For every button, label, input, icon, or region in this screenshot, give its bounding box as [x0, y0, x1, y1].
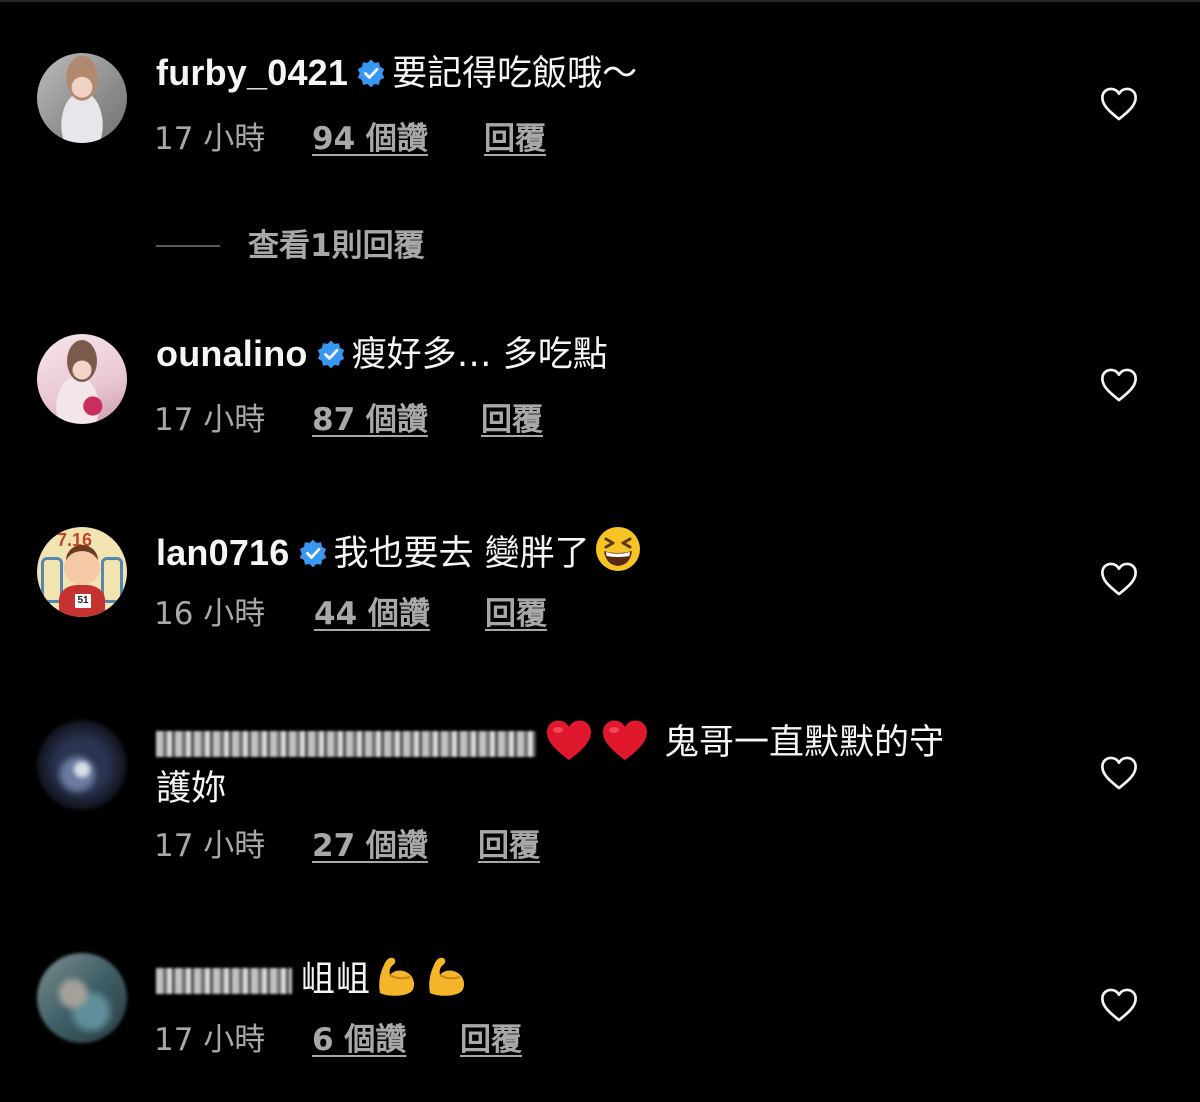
flexed-biceps-emoji — [379, 957, 415, 996]
red-heart-emoji — [603, 720, 647, 760]
top-divider — [0, 0, 1200, 2]
avatar[interactable] — [37, 334, 127, 424]
view-replies-label: 查看1則回覆 — [248, 228, 425, 264]
comment-text: 我也要去 變胖了 — [333, 534, 590, 574]
heart-outline-icon[interactable] — [1100, 987, 1138, 1023]
flexed-biceps-emoji — [429, 957, 465, 996]
avatar[interactable] — [37, 953, 127, 1043]
likes-count-link[interactable]: 94 個讚 — [312, 119, 428, 159]
comment-header: lan0716 我也要去 變胖了 — [156, 525, 1016, 577]
avatar[interactable] — [37, 720, 127, 810]
reply-button[interactable]: 回覆 — [481, 400, 543, 440]
timestamp: 17 小時 — [154, 402, 266, 438]
reply-button[interactable]: 回覆 — [485, 594, 547, 634]
avatar[interactable]: 7.16 51 — [37, 527, 127, 617]
timestamp: 17 小時 — [154, 1022, 266, 1058]
verified-badge-icon — [357, 59, 385, 88]
likes-count-link[interactable]: 6 個讚 — [312, 1020, 406, 1060]
comment-header: ounalino 瘦好多… 多吃點 — [156, 331, 1016, 378]
heart-outline-icon[interactable] — [1100, 755, 1138, 791]
heart-outline-icon[interactable] — [1100, 561, 1138, 597]
timestamp: 17 小時 — [154, 828, 266, 864]
verified-badge-icon — [299, 539, 326, 568]
comment-header: 鬼哥一直默默的守護妳 — [156, 718, 1016, 812]
red-heart-emoji — [547, 720, 591, 760]
replies-divider — [156, 245, 220, 247]
comment-header: 岨岨 — [156, 953, 1016, 1003]
reply-button[interactable]: 回覆 — [484, 119, 546, 159]
likes-count-link[interactable]: 27 個讚 — [312, 826, 428, 866]
username-blurred[interactable] — [156, 968, 292, 994]
timestamp: 17 小時 — [154, 121, 266, 157]
likes-count-link[interactable]: 87 個讚 — [312, 400, 428, 440]
avatar-badge: 51 — [75, 594, 91, 608]
username-blurred[interactable] — [156, 731, 536, 757]
likes-count-link[interactable]: 44 個讚 — [314, 594, 430, 634]
heart-outline-icon[interactable] — [1100, 367, 1138, 403]
username[interactable]: ounalino — [156, 333, 308, 374]
comment-text: 岨岨 — [300, 960, 371, 1000]
avatar-face — [64, 551, 100, 585]
heart-outline-icon[interactable] — [1100, 86, 1138, 122]
comment-text-continued: 護妳 — [156, 769, 227, 809]
timestamp: 16 小時 — [154, 596, 266, 632]
verified-badge-icon — [317, 340, 344, 369]
reply-button[interactable]: 回覆 — [460, 1020, 522, 1060]
username[interactable]: lan0716 — [156, 532, 290, 573]
comment-header: furby_0421 要記得吃飯哦～ — [156, 50, 1016, 97]
comment-text: 鬼哥一直默默的守 — [664, 723, 945, 763]
avatar[interactable] — [37, 53, 127, 143]
comment-text: 要記得吃飯哦～ — [392, 54, 638, 94]
username[interactable]: furby_0421 — [156, 52, 348, 93]
reply-button[interactable]: 回覆 — [478, 826, 540, 866]
avatar-text: 7.16 — [57, 530, 93, 550]
grinning-squinting-face-emoji — [595, 527, 640, 571]
comment-text: 瘦好多… 多吃點 — [351, 335, 608, 375]
